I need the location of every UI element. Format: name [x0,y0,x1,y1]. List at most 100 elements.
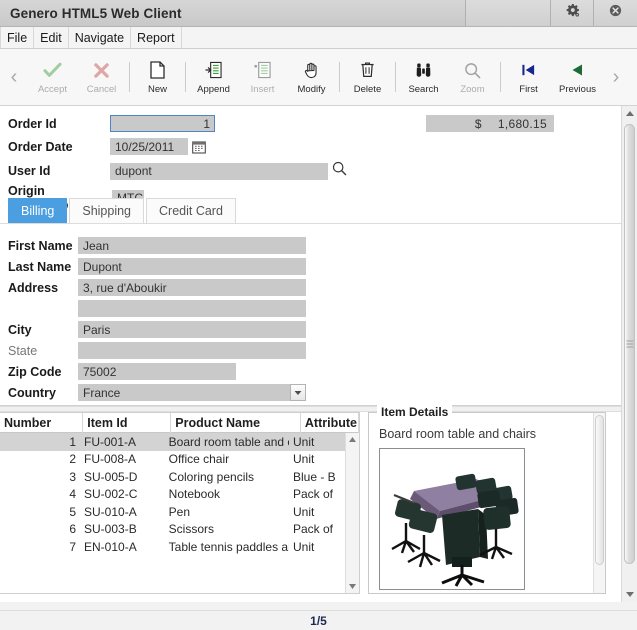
toolbar-delete-button[interactable]: Delete [343,51,392,103]
cell-attribute: Pack of [293,522,334,537]
append-row-icon [205,59,222,81]
toolbar-zoom-label: Zoom [460,84,485,95]
toolbar-cancel-button[interactable]: Cancel [77,51,126,103]
order-total-display: $ 1,680.15 [426,115,554,132]
toolbar-modify-button[interactable]: Modify [287,51,336,103]
user-id-input[interactable]: dupont [110,162,328,180]
order-total-row: $ 1,680.15 [426,115,554,132]
toolbar-accept-button[interactable]: Accept [28,51,77,103]
table-row[interactable]: 4 SU-002-C Notebook Pack of [0,486,345,504]
toolbar-previous-button[interactable]: Previous [553,51,602,103]
column-header-product-name[interactable]: Product Name [171,413,301,433]
toolbar-append-button[interactable]: Append [189,51,238,103]
table-body: 1 FU-001-A Board room table and chairs U… [0,433,345,593]
order-date-label: Order Date [8,139,73,154]
toolbar-first-button[interactable]: First [504,51,553,103]
column-header-number[interactable]: Number [0,413,84,433]
main-scroll-down-button[interactable] [622,587,637,602]
cell-attribute: Unit [293,504,315,519]
search-icon[interactable] [332,161,347,181]
cell-item-id: SU-005-D [84,469,138,484]
cell-item-id: SU-002-C [84,487,138,502]
table-scroll-down-button[interactable] [346,580,359,593]
toolbar-new-button[interactable]: New [133,51,182,103]
order-id-input[interactable]: 1 [110,115,215,132]
toolbar-scroll-right-button[interactable]: › [602,51,630,103]
first-name-input[interactable]: Jean [78,237,306,254]
last-name-label: Last Name [8,259,72,274]
table-row[interactable]: 6 SU-003-B Scissors Pack of [0,521,345,539]
details-vertical-scrollbar[interactable] [593,413,605,593]
cell-number: 7 [69,539,77,554]
window-title: Genero HTML5 Web Client [10,5,182,21]
cross-icon [93,59,110,81]
column-header-item-id[interactable]: Item Id [83,413,172,433]
toolbar-delete-label: Delete [353,84,382,95]
cell-number: 5 [69,504,77,519]
toolbar-search-label: Search [408,84,439,95]
main-scroll-track[interactable] [623,121,636,587]
toolbar-separator-1 [129,62,130,92]
title-bar: Genero HTML5 Web Client [0,0,637,27]
check-icon [43,59,62,81]
toolbar-modify-label: Modify [297,84,326,95]
main-scroll-up-button[interactable] [622,106,637,121]
cell-item-id: FU-008-A [84,452,137,467]
main-scroll-thumb[interactable] [624,124,635,564]
table-row[interactable]: 3 SU-005-D Coloring pencils Blue - B [0,468,345,486]
order-date-input[interactable]: 10/25/2011 [110,138,188,155]
previous-record-icon [571,59,584,81]
order-items-table: Number Item Id Product Name Attribute 1 … [0,412,360,594]
toolbar-scroll-left-button[interactable]: ‹ [0,51,28,103]
close-button[interactable] [594,0,637,26]
tab-billing[interactable]: Billing [8,198,68,223]
menu-file[interactable]: File [0,27,35,48]
address-line1-input[interactable]: 3, rue d'Aboukir [78,279,306,296]
first-record-icon [521,59,536,81]
last-name-input[interactable]: Dupont [78,258,306,275]
order-form: Order Id 1 $ 1,680.15 Order Date 10/25/2… [0,106,621,406]
toolbar-previous-label: Previous [559,84,596,95]
content-area: Order Id 1 $ 1,680.15 Order Date 10/25/2… [0,106,637,602]
item-details-image [379,448,525,590]
toolbar-search-button[interactable]: Search [399,51,448,103]
user-id-label: User Id [8,164,51,178]
address-row-1: Address 3, rue d'Aboukir [8,279,306,296]
first-name-label: First Name [8,238,73,253]
cell-number: 1 [69,434,77,449]
table-row[interactable]: 1 FU-001-A Board room table and chairs U… [0,433,345,451]
order-id-label: Order Id [8,116,57,131]
cell-attribute: Unit [293,452,315,467]
toolbar-first-label: First [519,84,538,95]
toolbar-zoom-button[interactable]: Zoom [448,51,497,103]
toolbar-insert-button[interactable]: Insert [238,51,287,103]
close-circle-icon [608,3,623,23]
menu-report[interactable]: Report [131,27,182,48]
zip-code-input[interactable]: 75002 [78,363,236,380]
table-row[interactable]: 5 SU-010-A Pen Unit [0,503,345,521]
cell-attribute: Blue - B [293,469,336,484]
address-line2-input[interactable] [78,300,306,317]
cell-item-id: SU-010-A [84,504,137,519]
settings-button[interactable] [551,0,594,26]
table-row[interactable]: 2 FU-008-A Office chair Unit [0,451,345,469]
state-input[interactable] [78,342,306,359]
item-details-panel: Item Details Board room table and chairs [368,405,606,594]
calendar-icon[interactable] [191,139,207,155]
details-scroll-thumb[interactable] [595,415,604,565]
menu-edit[interactable]: Edit [34,27,69,48]
address-row-2 [8,300,306,317]
tab-shipping[interactable]: Shipping [69,198,145,223]
table-scroll-up-button[interactable] [346,433,359,446]
table-vertical-scrollbar[interactable] [345,433,359,593]
table-row[interactable]: 7 EN-010-A Table tennis paddles and net … [0,538,345,556]
main-vertical-scrollbar[interactable] [621,106,637,602]
order-id-row: Order Id 1 [8,115,215,132]
menu-navigate[interactable]: Navigate [69,27,132,48]
column-header-attribute[interactable]: Attribute [301,413,360,433]
country-select[interactable]: France [78,384,290,401]
cell-product-name: Pen [168,504,191,519]
chevron-down-icon[interactable] [290,384,306,401]
city-input[interactable]: Paris [78,321,306,338]
tab-credit-card[interactable]: Credit Card [146,198,236,223]
